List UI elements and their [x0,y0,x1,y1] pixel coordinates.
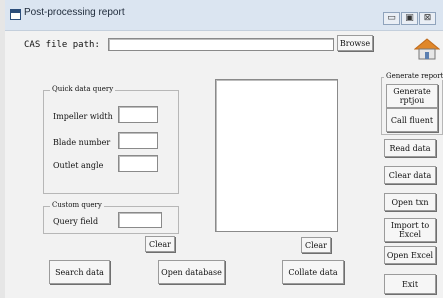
search-data-button[interactable]: Search data [49,260,110,284]
open-txn-button[interactable]: Open txn [384,193,436,211]
close-button[interactable]: ⊠ [419,12,436,25]
import-to-excel-button[interactable]: Import to Excel [384,218,436,242]
clear-query-button[interactable]: Clear [145,236,175,252]
query-field-label: Query field [53,217,99,226]
generate-report-title: Generate report [384,72,443,80]
exit-button[interactable]: Exit [384,274,436,294]
query-field-input[interactable] [118,212,162,228]
call-fluent-button[interactable]: Call fluent [386,108,438,132]
cas-file-path-label: CAS file path: [24,40,100,50]
maximize-button[interactable]: ▣ [401,12,418,25]
home-icon[interactable] [414,38,440,60]
browse-button[interactable]: Browse [337,35,373,51]
outlet-angle-input[interactable] [118,155,158,172]
impeller-width-label: Impeller width [53,112,113,121]
clear-list-button[interactable]: Clear [301,237,331,253]
cas-file-path-input[interactable] [108,38,334,51]
open-database-button[interactable]: Open database [158,260,225,284]
results-listbox[interactable] [215,79,338,232]
outlet-angle-label: Outlet angle [53,161,104,170]
title-bar: Post-processing report ▭ ▣ ⊠ [5,0,443,31]
post-processing-window: Post-processing report ▭ ▣ ⊠ CAS file pa… [0,0,443,298]
clear-data-button[interactable]: Clear data [384,166,436,184]
quick-data-query-title: Quick data query [50,85,116,93]
custom-query-title: Custom query [50,201,104,209]
window-title: Post-processing report [24,7,125,18]
open-excel-button[interactable]: Open Excel [384,246,436,264]
blade-number-label: Blade number [53,138,111,147]
window-left-edge [0,0,5,298]
blade-number-input[interactable] [118,132,158,149]
collate-data-button[interactable]: Collate data [282,260,344,284]
impeller-width-input[interactable] [118,106,158,123]
app-icon [10,9,21,20]
minimize-button[interactable]: ▭ [383,12,400,25]
generate-rptjou-button[interactable]: Generate rptjou [386,84,438,108]
read-data-button[interactable]: Read data [384,139,436,157]
